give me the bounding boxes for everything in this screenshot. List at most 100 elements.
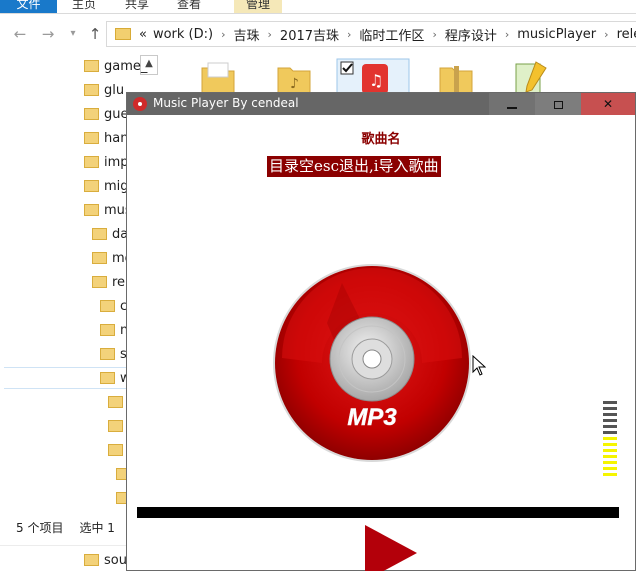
folder-icon: [100, 300, 115, 312]
svg-text:♪: ♪: [290, 76, 299, 92]
breadcrumb-separator-icon: ›: [432, 27, 437, 41]
folder-icon: [84, 180, 99, 192]
breadcrumb-separator-icon: ›: [347, 27, 352, 41]
level-bar: [603, 437, 617, 440]
tree-item-label: sou: [104, 552, 127, 568]
tree-item[interactable]: han: [84, 127, 128, 149]
folder-icon: [84, 60, 99, 72]
empty-directory-hint: 目录空esc退出,i导入歌曲: [267, 156, 441, 177]
tree-item-label: re: [112, 274, 126, 290]
folder-icon: [84, 204, 99, 216]
folder-icon: [108, 396, 123, 408]
explorer-ribbon: 文件 主页 共享 查看 管理: [0, 0, 636, 14]
folder-icon: [92, 276, 107, 288]
status-bar: 5 个项目 选中 1: [0, 516, 128, 538]
song-title: 歌曲名: [361, 132, 401, 147]
progress-bar[interactable]: [137, 507, 619, 518]
tree-item[interactable]: [108, 391, 128, 413]
folder-icon: [84, 156, 99, 168]
level-bar: [603, 443, 617, 446]
tree-item-label: han: [104, 130, 129, 146]
music-player-window: Music Player By cendeal ✕ 歌曲名 目录空esc退出,i…: [126, 92, 636, 571]
tree-item-label: gue: [104, 106, 129, 122]
tree-item[interactable]: n: [100, 319, 128, 341]
breadcrumb-separator-icon: ›: [504, 27, 510, 41]
level-bar: [603, 461, 617, 464]
tree-item[interactable]: mig: [84, 175, 129, 197]
breadcrumb-separator-icon: ›: [221, 27, 226, 41]
level-bar: [603, 473, 617, 476]
breadcrumb-item[interactable]: releas: [617, 27, 636, 42]
player-titlebar[interactable]: Music Player By cendeal ✕: [127, 93, 635, 115]
level-bar: [603, 455, 617, 458]
zip-folder-icon: [108, 444, 123, 456]
status-item-count: 5 个项目: [16, 520, 64, 535]
notepad-plus-icon[interactable]: [510, 58, 550, 96]
tree-item[interactable]: [108, 439, 128, 461]
folder-icon: [84, 108, 99, 120]
folder-icon: [84, 84, 99, 96]
tree-item[interactable]: re: [92, 271, 125, 293]
minimize-button[interactable]: [489, 93, 535, 115]
level-bar: [603, 413, 617, 416]
folder-icon: [108, 420, 123, 432]
breadcrumb-item[interactable]: 吉珠: [234, 25, 260, 44]
tree-item-label: imp: [104, 154, 129, 170]
level-bar: [603, 419, 617, 422]
breadcrumb-prefix[interactable]: «: [139, 27, 147, 42]
folder-icon: [100, 324, 115, 336]
ribbon-tab-view[interactable]: 查看: [177, 0, 201, 13]
tree-item-label: mig: [104, 178, 129, 194]
folder-icon: [100, 348, 115, 360]
folder-icon: [92, 252, 107, 264]
ribbon-tab-file[interactable]: 文件: [0, 0, 57, 13]
ribbon-tab-home[interactable]: 主页: [72, 0, 96, 13]
tree-item[interactable]: da: [92, 223, 128, 245]
up-arrow-icon[interactable]: ↑: [86, 24, 104, 44]
maximize-button[interactable]: [535, 93, 581, 115]
tree-item[interactable]: [108, 415, 128, 437]
tree-item[interactable]: sou: [84, 549, 127, 571]
music-file-icon[interactable]: ♫: [336, 58, 410, 96]
window-title: Music Player By cendeal: [153, 96, 299, 110]
tree-item[interactable]: s: [100, 343, 127, 365]
mouse-cursor-icon: [472, 355, 486, 376]
breadcrumb-separator-icon: ›: [604, 27, 609, 41]
breadcrumb-item[interactable]: 临时工作区: [359, 25, 424, 44]
breadcrumb-separator-icon: ›: [267, 27, 272, 41]
minimize-icon: [507, 106, 517, 109]
volume-level-meter: [603, 401, 617, 479]
music-folder-icon[interactable]: ♪: [274, 58, 314, 96]
breadcrumb-item[interactable]: work (D:): [153, 27, 213, 42]
tree-item[interactable]: c: [100, 295, 127, 317]
back-arrow-icon[interactable]: ←: [11, 24, 29, 44]
tree-item[interactable]: game_: [84, 55, 147, 77]
mp3-disc-icon[interactable]: MP3: [272, 263, 472, 463]
recent-chevron-icon[interactable]: ▾: [64, 24, 82, 44]
tree-item-label: game_: [104, 58, 148, 74]
tree-item-label: glu: [104, 82, 125, 98]
ribbon-tab-share[interactable]: 共享: [125, 0, 149, 13]
tree-item[interactable]: gue: [84, 103, 129, 125]
breadcrumb-item[interactable]: 2017吉珠: [280, 25, 339, 44]
tree-item[interactable]: glu: [84, 79, 124, 101]
address-bar[interactable]: « work (D:) › 吉珠 › 2017吉珠 › 临时工作区 › 程序设计 › mu…: [106, 21, 636, 47]
status-selected-count: 选中 1: [79, 520, 115, 535]
zip-folder-icon[interactable]: [436, 58, 476, 96]
disc-label: MP3: [347, 404, 397, 431]
forward-arrow-icon[interactable]: →: [39, 24, 57, 44]
explorer-navbar: ← → ▾ ↑ « work (D:) › 吉珠 › 2017吉珠 › 临时工作区 › …: [0, 15, 636, 53]
folder-icon[interactable]: [198, 58, 238, 96]
app-icon: [133, 97, 147, 111]
level-bar: [603, 449, 617, 452]
tree-item[interactable]: mus: [84, 199, 132, 221]
breadcrumb-item[interactable]: 程序设计: [445, 25, 497, 44]
level-bar: [603, 431, 617, 434]
folder-icon: [92, 228, 107, 240]
close-button[interactable]: ✕: [581, 93, 635, 115]
level-bar: [603, 425, 617, 428]
breadcrumb-item[interactable]: musicPlayer: [517, 27, 596, 42]
play-button[interactable]: [365, 525, 417, 571]
tree-item[interactable]: imp: [84, 151, 129, 173]
ribbon-tab-manage[interactable]: 管理: [234, 0, 283, 13]
